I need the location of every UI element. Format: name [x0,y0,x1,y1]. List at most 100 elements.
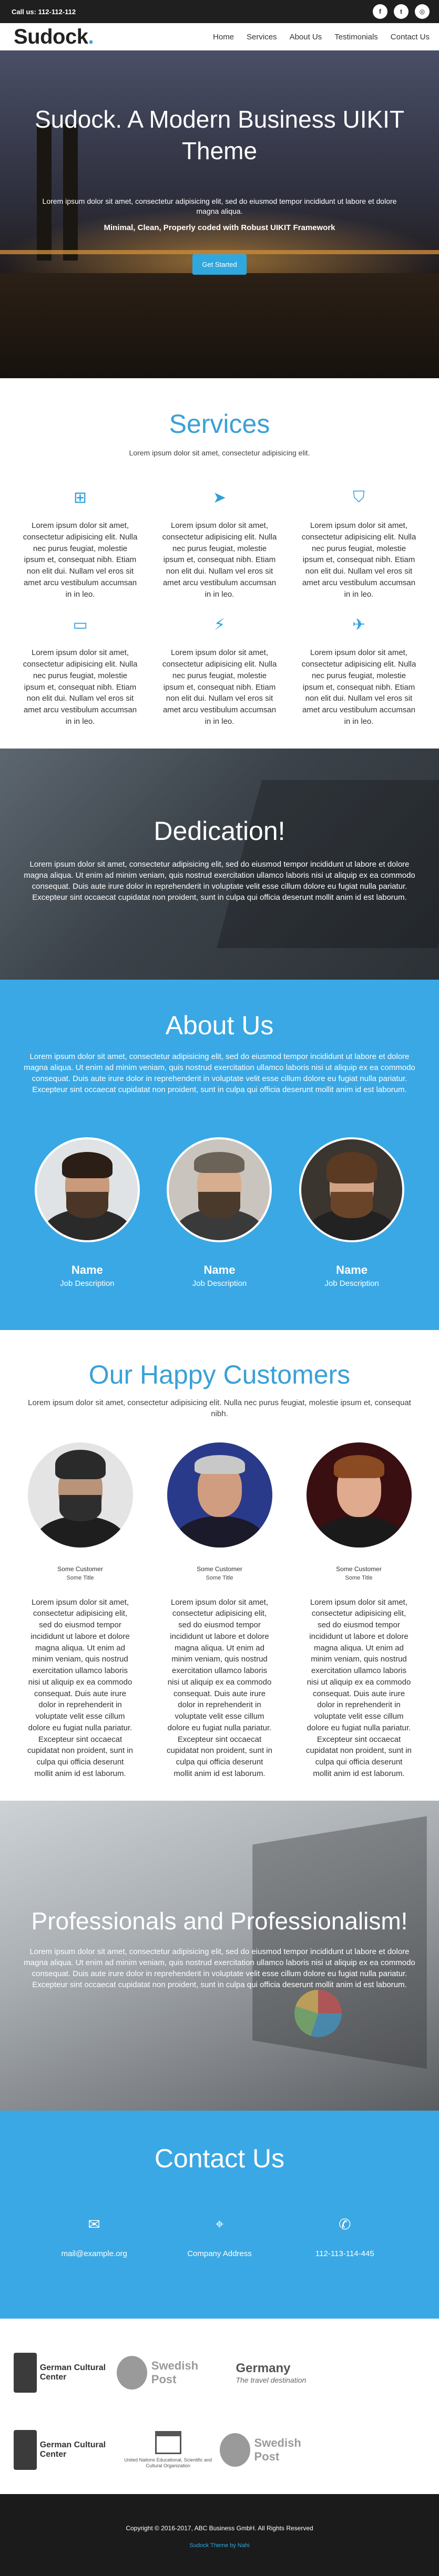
service-text: Lorem ipsum dolor sit amet, consectetur … [23,648,138,726]
get-started-button[interactable]: Get Started [192,254,247,275]
customer-title: Some Title [345,1574,373,1581]
service-item: ➤ Lorem ipsum dolor sit amet, consectetur… [155,489,284,600]
testimonial-card: Some Customer Some Title Lorem ipsum dol… [20,1442,141,1780]
logo-dot: . [88,25,94,48]
hero-lead: Lorem ipsum dolor sit amet, consectetur … [42,196,397,216]
testimonial-card: Some Customer Some Title Lorem ipsum dol… [159,1442,280,1780]
germany-subtitle: The travel destination [236,2376,307,2384]
navbar: Sudock. Home Services About Us Testimoni… [0,23,439,50]
professionals-section: Professionals and Professionalism! Lorem… [0,1800,439,2111]
testimonial-text: Lorem ipsum dolor sit amet, consectetur … [306,1597,412,1778]
germany-title: Germany [236,2361,291,2375]
team-member: Name Job Description [32,1137,142,1288]
main-menu: Home Services About Us Testimonials Cont… [213,33,430,41]
member-name: Name [71,1263,103,1276]
gcc-text: German Cultural Center [39,2440,106,2459]
nav-about[interactable]: About Us [290,33,322,41]
envelope-icon: ✉ [88,2216,100,2232]
unesco-logo: United Nations Educational, Scientific a… [117,2431,220,2469]
testimonial-text: Lorem ipsum dolor sit amet, consectetur … [167,1597,272,1778]
footer: Copyright © 2016-2017, ABC Business GmbH… [0,2494,439,2576]
member-name: Name [203,1263,236,1276]
nav-testimonials[interactable]: Testimonials [334,33,378,41]
logo-text: Sudock [14,25,88,48]
social-links: f t ◎ [373,4,430,19]
river [0,273,439,378]
space-shuttle-icon: ✈ [352,616,366,633]
avatar [27,1442,133,1547]
team-list: Name Job Description Name Job Descriptio… [0,1095,439,1288]
swedish-post-text: Swedish Post [151,2359,199,2386]
nav-services[interactable]: Services [247,33,277,41]
map-marker-icon: ⌖ [215,2215,224,2232]
professionals-title: Professionals and Professionalism! [31,1907,408,1935]
services-section: Services Lorem ipsum dolor sit amet, con… [0,378,439,749]
avatar [306,1442,412,1547]
gcc-logo: German Cultural Center [14,2353,117,2393]
member-name: Name [336,1263,368,1276]
desktop-icon: ▭ [73,616,88,633]
avatar [167,1137,272,1242]
customers-title: Our Happy Customers [88,1359,351,1389]
phone-icon: ✆ [339,2216,351,2232]
contact-email-value: mail@example.org [61,2249,127,2258]
nav-home[interactable]: Home [213,33,234,41]
swedish-post-text: Swedish Post [254,2436,301,2463]
copyright-text: Copyright © 2016-2017, ABC Business GmbH… [126,2524,313,2532]
contact-phone-value: 112-113-114-445 [315,2249,374,2258]
contact-section: Contact Us ✉ mail@example.org ⌖ Company Ad… [0,2110,439,2319]
team-member: Name Job Description [164,1137,274,1288]
phone-text: Call us: 112-112-112 [12,7,76,16]
dedication-section: Dedication! Lorem ipsum dolor sit amet, … [0,748,439,980]
globe-icon[interactable]: ◎ [415,4,430,19]
team-member: Name Job Description [297,1137,407,1288]
service-item: ⚡ Lorem ipsum dolor sit amet, consectetur… [155,616,284,727]
service-text: Lorem ipsum dolor sit amet, consectetur … [162,521,277,599]
testimonials-section: Our Happy Customers Lorem ipsum dolor si… [0,1330,439,1801]
twitter-icon[interactable]: t [394,4,409,19]
about-text: Lorem ipsum dolor sit amet, consectetur … [24,1052,415,1094]
unesco-text: United Nations Educational, Scientific a… [124,2457,212,2468]
contact-email[interactable]: ✉ mail@example.org [42,2216,147,2258]
windows-icon: ⊞ [73,489,87,506]
hero-title: Sudock. A Modern Business UIKIT Theme [34,106,405,164]
shield-icon: ⛉ [353,489,365,506]
customer-title: Some Title [206,1574,233,1581]
dedication-title: Dedication! [154,816,285,846]
service-text: Lorem ipsum dolor sit amet, consectetur … [301,648,416,726]
customer-name: Some Customer [57,1565,103,1573]
professionals-text: Lorem ipsum dolor sit amet, consectetur … [24,1947,415,1989]
top-bar: Call us: 112-112-112 f t ◎ [0,0,439,23]
dedication-text: Lorem ipsum dolor sit amet, consectetur … [24,859,415,902]
hero-tagline: Minimal, Clean, Properly coded with Robu… [104,223,335,232]
gcc-logo: German Cultural Center [14,2430,117,2470]
logo[interactable]: Sudock. [14,25,94,49]
service-item: ✈ Lorem ipsum dolor sit amet, consectetur… [294,616,423,727]
swedish-post-logo: Swedish Post [219,2433,323,2467]
testimonial-card: Some Customer Some Title Lorem ipsum dol… [299,1442,420,1780]
services-title: Services [169,409,270,439]
hero-section: Sudock. A Modern Business UIKIT Theme Lo… [0,50,439,378]
plug-icon: ⚡ [213,616,226,633]
avatar [34,1137,140,1242]
service-item: ⊞ Lorem ipsum dolor sit amet, consectetur… [16,489,145,600]
partner-logos: German Cultural Center Swedish Post Germ… [0,2319,439,2494]
member-role: Job Description [192,1279,247,1288]
contact-address: ⌖ Company Address [167,2216,272,2258]
nav-contact[interactable]: Contact Us [391,33,430,41]
member-role: Job Description [60,1279,115,1288]
service-text: Lorem ipsum dolor sit amet, consectetur … [162,648,277,726]
theme-credit-link[interactable]: Sudock Theme by Nahi [0,2542,439,2549]
avatar [167,1442,272,1547]
customers-subtitle: Lorem ipsum dolor sit amet, consectetur … [28,1398,411,1418]
service-text: Lorem ipsum dolor sit amet, consectetur … [301,521,416,599]
facebook-icon[interactable]: f [373,4,387,19]
contact-address-value: Company Address [187,2249,252,2258]
services-subtitle: Lorem ipsum dolor sit amet, consectetur … [129,449,310,457]
testimonial-text: Lorem ipsum dolor sit amet, consectetur … [27,1597,133,1778]
pie-graphic [294,1989,342,2037]
screen-photo [252,1816,427,2069]
service-text: Lorem ipsum dolor sit amet, consectetur … [23,521,138,599]
customer-title: Some Title [66,1574,94,1581]
contact-phone[interactable]: ✆ 112-113-114-445 [292,2216,397,2258]
